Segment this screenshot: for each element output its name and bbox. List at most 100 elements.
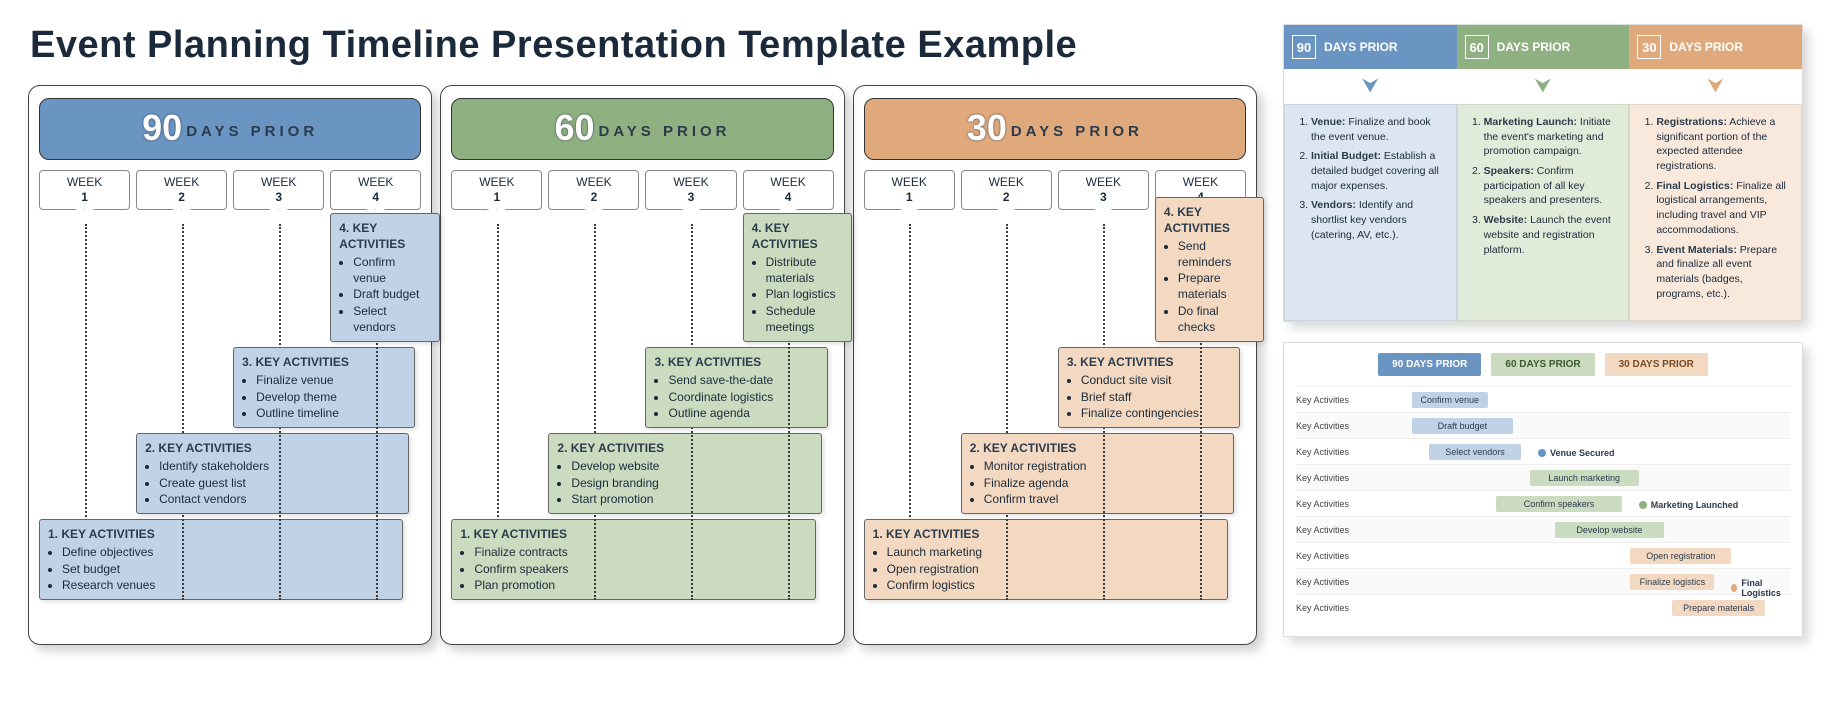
week-tab: WEEK1 xyxy=(451,170,542,210)
week-word: WEEK xyxy=(1059,175,1148,190)
activity-item: Confirm venue xyxy=(353,254,430,286)
gantt-tab: 60 DAYS PRIOR xyxy=(1491,353,1594,376)
week-tab: WEEK2 xyxy=(136,170,227,210)
phase-label: DAYS PRIOR xyxy=(1011,123,1143,140)
week-column-1: WEEK11. KEY ACTIVITIESDefine objectivesS… xyxy=(39,170,130,600)
summary-heads: 90 DAYS PRIOR 60 DAYS PRIOR 30 DAYS PRIOR xyxy=(1284,25,1802,69)
gantt-track: Prepare materials xyxy=(1370,595,1790,620)
summary-head-30: 30 DAYS PRIOR xyxy=(1629,25,1802,69)
phase-number: 60 xyxy=(554,107,594,149)
week-word: WEEK xyxy=(452,175,541,190)
chevron-down-icon: ⮟ xyxy=(1629,69,1802,104)
gantt-row: Key ActivitiesSelect vendorsVenue Secure… xyxy=(1296,438,1790,464)
summary-head-label: DAYS PRIOR xyxy=(1497,40,1571,54)
weeks-row: WEEK11. KEY ACTIVITIESFinalize contracts… xyxy=(451,170,833,600)
activity-card-4: 4. KEY ACTIVITIESSend remindersPrepare m… xyxy=(1155,197,1264,343)
diamond-icon xyxy=(1639,501,1647,509)
gantt-row-label: Key Activities xyxy=(1296,499,1370,509)
gantt-row-label: Key Activities xyxy=(1296,525,1370,535)
summary-head-number: 90 xyxy=(1292,35,1316,59)
gantt-row: Key ActivitiesFinalize logisticsFinal Lo… xyxy=(1296,568,1790,594)
chevron-down-icon: ⮟ xyxy=(1457,69,1630,104)
activity-item: Do final checks xyxy=(1178,303,1255,335)
activity-item: Schedule meetings xyxy=(766,303,843,335)
week-number: 1 xyxy=(452,190,541,205)
summary-item: Event Materials: Prepare and finalize al… xyxy=(1656,243,1791,302)
gantt-bar: Confirm speakers xyxy=(1496,496,1622,512)
summary-head-label: DAYS PRIOR xyxy=(1669,40,1743,54)
week-tab: WEEK1 xyxy=(864,170,955,210)
summary-column-1: Marketing Launch: Initiate the event's m… xyxy=(1457,104,1630,321)
milestone-label: Marketing Launched xyxy=(1651,500,1739,510)
week-word: WEEK xyxy=(40,175,129,190)
gantt-row-label: Key Activities xyxy=(1296,395,1370,405)
gantt-row: Key ActivitiesConfirm venue xyxy=(1296,386,1790,412)
summary-arrows: ⮟⮟⮟ xyxy=(1284,69,1802,104)
phase-number: 90 xyxy=(142,107,182,149)
phase-label: DAYS PRIOR xyxy=(186,123,318,140)
week-number: 2 xyxy=(137,190,226,205)
diamond-icon xyxy=(1731,584,1737,592)
weeks-row: WEEK11. KEY ACTIVITIESDefine objectivesS… xyxy=(39,170,421,600)
gantt-bar: Finalize logistics xyxy=(1630,574,1714,590)
gantt-row: Key Activities Confirm speakers Marketing … xyxy=(1296,490,1790,516)
gantt-row: Key ActivitiesDraft budget xyxy=(1296,412,1790,438)
week-word: WEEK xyxy=(646,175,735,190)
gantt-track: Confirm speakers Marketing Launched xyxy=(1370,491,1790,516)
summary-columns: Venue: Finalize and book the event venue… xyxy=(1284,104,1802,321)
summary-item: Initial Budget: Establish a detailed bud… xyxy=(1311,149,1446,193)
gantt-phase-tabs: 90 DAYS PRIOR60 DAYS PRIOR30 DAYS PRIOR xyxy=(1296,353,1790,376)
activity-title: 4. KEY ACTIVITIES xyxy=(1164,204,1255,236)
week-number: 2 xyxy=(549,190,638,205)
summary-item: Website: Launch the event website and re… xyxy=(1484,213,1619,257)
week-word: WEEK xyxy=(549,175,638,190)
summary-card: 90 DAYS PRIOR 60 DAYS PRIOR 30 DAYS PRIOR ⮟⮟⮟… xyxy=(1283,24,1803,322)
summary-head-60: 60 DAYS PRIOR xyxy=(1457,25,1630,69)
gantt-track: Launch marketing xyxy=(1370,465,1790,490)
phase-label: DAYS PRIOR xyxy=(599,123,731,140)
week-number: 3 xyxy=(1059,190,1148,205)
week-number: 3 xyxy=(646,190,735,205)
activity-item: Send reminders xyxy=(1178,238,1255,270)
week-column-2: WEEK22. KEY ACTIVITIESMonitor registrati… xyxy=(961,170,1052,600)
gantt-bar: Open registration xyxy=(1630,548,1731,564)
side-panels: 90 DAYS PRIOR 60 DAYS PRIOR 30 DAYS PRIOR ⮟⮟⮟… xyxy=(1283,24,1803,637)
gantt-row: Key ActivitiesOpen registration xyxy=(1296,542,1790,568)
main-panel: Event Planning Timeline Presentation Tem… xyxy=(28,24,1257,645)
summary-head-number: 60 xyxy=(1465,35,1489,59)
summary-head-number: 30 xyxy=(1637,35,1661,59)
page-title: Event Planning Timeline Presentation Tem… xyxy=(30,24,1257,67)
summary-head-90: 90 DAYS PRIOR xyxy=(1284,25,1457,69)
diamond-icon xyxy=(1538,449,1546,457)
summary-item: Marketing Launch: Initiate the event's m… xyxy=(1484,115,1619,159)
gantt-row: Key ActivitiesLaunch marketing xyxy=(1296,464,1790,490)
gantt-bar: Launch marketing xyxy=(1530,470,1639,486)
gantt-bar: Develop website xyxy=(1555,522,1664,538)
week-word: WEEK xyxy=(865,175,954,190)
week-word: WEEK xyxy=(744,175,833,190)
connector-line xyxy=(594,224,596,600)
week-column-1: WEEK11. KEY ACTIVITIESLaunch marketingOp… xyxy=(864,170,955,600)
page: Event Planning Timeline Presentation Tem… xyxy=(28,24,1803,645)
week-tab: WEEK2 xyxy=(961,170,1052,210)
summary-head-label: DAYS PRIOR xyxy=(1324,40,1398,54)
week-column-2: WEEK22. KEY ACTIVITIESIdentify stakehold… xyxy=(136,170,227,600)
week-number: 4 xyxy=(331,190,420,205)
activity-title: 4. KEY ACTIVITIES xyxy=(339,220,430,252)
gantt-row: Key Activities Develop website xyxy=(1296,516,1790,542)
phase-30: 30DAYS PRIORWEEK11. KEY ACTIVITIESLaunch… xyxy=(853,85,1257,645)
activity-card-4: 4. KEY ACTIVITIESConfirm venueDraft budg… xyxy=(330,213,439,342)
week-column-4: WEEK44. KEY ACTIVITIESDistribute materia… xyxy=(743,170,834,600)
week-column-4: WEEK44. KEY ACTIVITIESSend remindersPrep… xyxy=(1155,170,1246,600)
week-column-3: WEEK33. KEY ACTIVITIESFinalize venueDeve… xyxy=(233,170,324,600)
week-column-3: WEEK33. KEY ACTIVITIESSend save-the-date… xyxy=(645,170,736,600)
summary-column-2: Registrations: Achieve a significant por… xyxy=(1629,104,1802,321)
week-word: WEEK xyxy=(1156,175,1245,190)
week-column-1: WEEK11. KEY ACTIVITIESFinalize contracts… xyxy=(451,170,542,600)
summary-item: Venue: Finalize and book the event venue… xyxy=(1311,115,1446,144)
phase-header: 90DAYS PRIOR xyxy=(39,98,421,160)
week-column-3: WEEK33. KEY ACTIVITIESConduct site visit… xyxy=(1058,170,1149,600)
activity-item: Plan logistics xyxy=(766,286,843,302)
activity-item: Distribute materials xyxy=(766,254,843,286)
activity-item: Prepare materials xyxy=(1178,270,1255,302)
